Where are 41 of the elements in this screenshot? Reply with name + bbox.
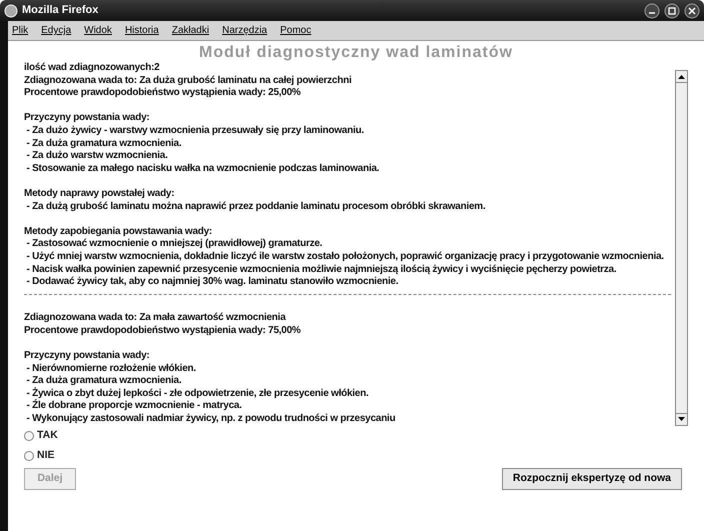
up-arrow-icon[interactable] [678,74,685,78]
result-text: - Za duża gramatura wzmocnienia. [26,375,182,387]
result-text: Procentowe prawdopodobieństwo wystąpienia wady: 25,00% [24,87,302,100]
result-text: - Za dużo żywicy - warstwy wzmocnienia przesuwały się przy laminowaniu. [26,124,365,138]
scrollbar[interactable] [675,70,688,426]
radio-option[interactable]: NIE [24,446,688,466]
result-text: - Zastosować wzmocnienie o mniejszej (prawidłowej) gramaturze. [26,238,324,251]
restart-button[interactable]: Rozpocznij ekspertyzę od nowa [502,468,682,490]
minimize-icon[interactable] [644,2,660,18]
result-text: Procentowe prawdopodobieństwo wystąpienia wady: 75,00% [24,324,302,338]
menu-item[interactable]: Plik [12,23,28,38]
result-text: - Wykonujący zastosowali nadmiar żywicy, np. z powodu trudności w przesycaniu [26,413,396,426]
down-arrow-icon[interactable] [678,417,685,422]
result-text: - Za dużą grubość laminatu można naprawić przez poddanie laminatu procesom obróbki skrawaniem. [26,200,486,214]
menu-item[interactable]: Zakładki [172,23,210,38]
close-icon[interactable] [684,2,700,18]
result-text: - Źle dobrane proporcje wzmocnienie - matryca. [26,400,243,414]
result-text: Zdiagnozowana wada to: Za duża grubość laminatu na całej powierzchni [24,74,352,88]
result-text: - Żywica o zbyt dużej lepkości - złe odpowietrzenie, złe przesycenie włókien. [26,388,370,399]
window-title: Mozilla Firefox [22,3,98,18]
menu-item[interactable]: Historia [124,23,159,38]
result-text: - Nacisk wałka powinien zapewnić przesycenie wzmocnienia możliwie najmniejszą ilością żywicy i wyciśnięcie pęcherzy powietrza. [26,264,618,276]
result-text: Metody naprawy powstałej wady: [24,188,176,201]
maximize-icon[interactable] [664,2,680,18]
result-text: Przyczyny powstania wady: [24,112,150,125]
result-text: - Użyć mniej warstw wzmocnienia, dokładnie liczyć ile warstw zostało położonych, poprawić organizację pracy i przygotowanie wzmocnienia. [26,250,665,264]
result-text: Zdiagnozowana wada to: Za mała zawartość wzmocnienia [24,312,287,325]
menu-item[interactable]: Edycja [41,23,72,38]
result-text: - Za dużo warstw wzmocnienia. [26,150,169,163]
result-text: - Nierównomierne rozłożenie włókien. [26,362,197,376]
page-heading: Moduł diagnostyczny wad laminatów [198,44,514,62]
result-text: - Dodawać żywicy tak, aby co najmniej 30% wag. laminatu stanowiło wzmocnienie. [26,276,400,289]
result-text: Przyczyny powstania wady: [24,350,150,363]
result-text: - Za duża gramatura wzmocnienia. [26,138,182,150]
menu-item[interactable]: Widok [84,23,112,38]
menu-item[interactable]: Narzędzia [222,23,268,38]
radio-option[interactable]: TAK [24,426,688,446]
result-text: - Stosowanie za małego nacisku wałka na wzmocnienie podczas laminowania. [26,162,380,176]
result-text: Metody zapobiegania powstawania wady: [24,226,214,238]
menu-item[interactable]: Pomoc [280,23,312,38]
result-text: ilość wad zdiagnozowanych:2 [24,62,160,75]
